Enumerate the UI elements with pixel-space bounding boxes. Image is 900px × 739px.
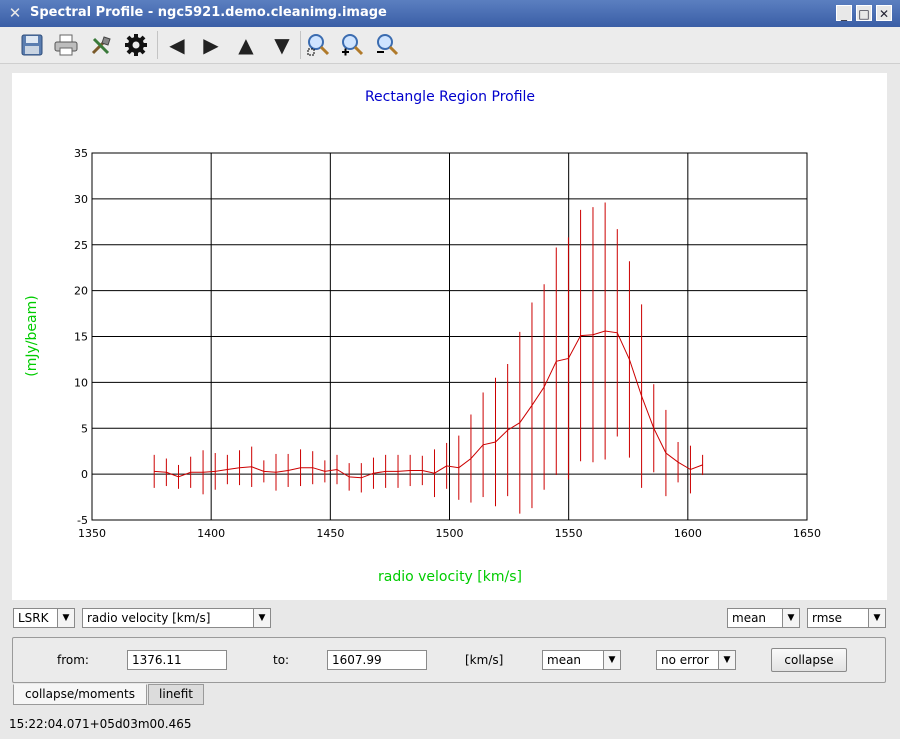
- series-line: [154, 330, 703, 479]
- collapse-error-select[interactable]: no error ▼: [656, 650, 736, 670]
- units-select-value: radio velocity [km/s]: [87, 611, 211, 625]
- toolbar-separator: [157, 31, 158, 59]
- gear-icon[interactable]: [122, 31, 150, 59]
- y-axis-label: (mJy/beam): [24, 295, 40, 376]
- x-icon[interactable]: ✕: [6, 4, 24, 22]
- zoom-in-icon[interactable]: [338, 31, 366, 59]
- collapse-error-value: no error: [661, 653, 709, 667]
- zoom-out-icon[interactable]: [373, 31, 401, 59]
- x-tick-label: 1450: [316, 527, 344, 540]
- chevron-down-icon[interactable]: ▼: [603, 651, 620, 669]
- statistic-select-value: mean: [732, 611, 767, 625]
- tab-linefit[interactable]: linefit: [148, 684, 204, 705]
- y-tick-label: 25: [74, 239, 88, 252]
- units-label: [km/s]: [465, 653, 504, 667]
- print-icon[interactable]: [52, 31, 80, 59]
- toolbar: ◀ ▶ ▲ ▼: [0, 27, 900, 64]
- units-select[interactable]: radio velocity [km/s] ▼: [82, 608, 271, 628]
- x-tick-label: 1650: [793, 527, 821, 540]
- chart-title: Rectangle Region Profile: [365, 89, 535, 105]
- statistic-select[interactable]: mean ▼: [727, 608, 800, 628]
- y-tick-label: 30: [74, 193, 88, 206]
- save-icon[interactable]: [18, 31, 46, 59]
- to-label: to:: [273, 653, 290, 667]
- collapse-button[interactable]: collapse: [771, 648, 847, 672]
- arrow-left-icon[interactable]: ◀: [163, 31, 191, 59]
- error-select-value: rmse: [812, 611, 843, 625]
- collapse-panel: from: 1376.11 to: 1607.99 [km/s] mean ▼ …: [12, 637, 886, 683]
- y-tick-label: 10: [74, 376, 88, 389]
- error-select[interactable]: rmse ▼: [807, 608, 886, 628]
- collapse-method-value: mean: [547, 653, 582, 667]
- x-tick-label: 1400: [197, 527, 225, 540]
- maximize-button[interactable]: □: [856, 5, 872, 21]
- x-tick-label: 1550: [555, 527, 583, 540]
- arrow-right-icon[interactable]: ▶: [197, 31, 225, 59]
- zoom-region-icon[interactable]: [304, 31, 332, 59]
- title-bar: ✕ Spectral Profile - ngc5921.demo.cleani…: [0, 0, 900, 27]
- status-coordinates: 15:22:04.071+05d03m00.465: [9, 717, 192, 731]
- spectral-profile-chart[interactable]: Rectangle Region Profile 1350 1400 1450 150…: [12, 73, 887, 600]
- chevron-down-icon[interactable]: ▼: [718, 651, 735, 669]
- window-title: Spectral Profile - ngc5921.demo.cleanimg…: [30, 5, 387, 20]
- plot-area[interactable]: Rectangle Region Profile 1350 1400 1450 150…: [12, 73, 887, 600]
- minimize-button[interactable]: _: [836, 5, 852, 21]
- x-axis-label: radio velocity [km/s]: [378, 569, 522, 585]
- y-tick-label: 5: [81, 422, 88, 435]
- arrow-up-icon[interactable]: ▲: [232, 31, 260, 59]
- toolbar-separator: [300, 31, 301, 59]
- collapse-method-select[interactable]: mean ▼: [542, 650, 621, 670]
- y-tick-label: 15: [74, 331, 88, 344]
- frame-select[interactable]: LSRK ▼: [13, 608, 75, 628]
- y-tick-label: 35: [74, 147, 88, 160]
- frame-select-value: LSRK: [18, 611, 49, 625]
- from-input[interactable]: 1376.11: [127, 650, 227, 670]
- x-tick-label: 1500: [436, 527, 464, 540]
- y-tick-label: -5: [77, 514, 88, 527]
- from-label: from:: [57, 653, 89, 667]
- y-tick-label: 20: [74, 285, 88, 298]
- chevron-down-icon[interactable]: ▼: [57, 609, 74, 627]
- to-input[interactable]: 1607.99: [327, 650, 427, 670]
- chevron-down-icon[interactable]: ▼: [868, 609, 885, 627]
- x-tick-label: 1350: [78, 527, 106, 540]
- x-tick-label: 1600: [674, 527, 702, 540]
- preferences-icon[interactable]: [88, 31, 116, 59]
- close-button[interactable]: ✕: [876, 5, 892, 21]
- chevron-down-icon[interactable]: ▼: [782, 609, 799, 627]
- y-tick-label: 0: [81, 468, 88, 481]
- tab-collapse-moments[interactable]: collapse/moments: [13, 684, 147, 705]
- chevron-down-icon[interactable]: ▼: [253, 609, 270, 627]
- arrow-down-icon[interactable]: ▼: [268, 31, 296, 59]
